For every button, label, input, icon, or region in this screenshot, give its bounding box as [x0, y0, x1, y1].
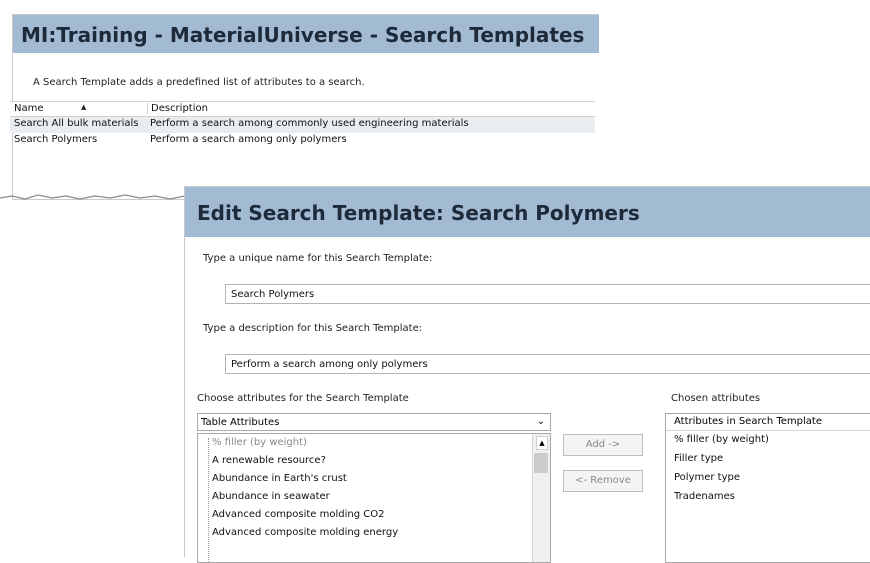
row-name: Search All bulk materials	[14, 118, 139, 129]
list-item[interactable]: Tradenames	[674, 491, 735, 502]
list-item[interactable]: % filler (by weight)	[674, 434, 769, 445]
window-title: MI:Training - MaterialUniverse - Search …	[21, 23, 585, 47]
torn-edge-decoration	[0, 194, 185, 200]
tree-connector-line	[208, 438, 210, 562]
edit-template-window: Edit Search Template: Search Polymers Ty…	[184, 186, 870, 563]
table-row[interactable]: Search Polymers Perform a search among o…	[10, 133, 595, 149]
edit-window-title-bar: Edit Search Template: Search Polymers	[185, 187, 870, 237]
tree-scrollbar[interactable]: ▲	[532, 434, 550, 562]
chevron-down-icon: ⌄	[536, 416, 545, 427]
column-header-description[interactable]: Description	[147, 103, 208, 114]
tree-item[interactable]: % filler (by weight)	[212, 437, 307, 448]
list-item[interactable]: Filler type	[674, 453, 723, 464]
chosen-header-text: Attributes in Search Template	[674, 416, 823, 427]
templates-table: Name ▲ Description Search All bulk mater…	[10, 101, 595, 149]
tree-item[interactable]: Advanced composite molding CO2	[212, 509, 384, 520]
add-button[interactable]: Add ->	[563, 434, 643, 456]
choose-attributes-label: Choose attributes for the Search Templat…	[197, 393, 409, 404]
tree-item[interactable]: Abundance in seawater	[212, 491, 330, 502]
column-header-name[interactable]: Name	[14, 103, 44, 114]
scrollbar-thumb[interactable]	[534, 453, 548, 473]
row-description: Perform a search among only polymers	[150, 134, 347, 145]
attribute-source-dropdown[interactable]: Table Attributes ⌄	[197, 413, 551, 431]
window-description: A Search Template adds a predefined list…	[33, 77, 365, 88]
row-description: Perform a search among commonly used eng…	[150, 118, 469, 129]
scroll-up-icon[interactable]: ▲	[536, 436, 548, 450]
chosen-attributes-label: Chosen attributes	[671, 393, 761, 404]
available-attributes-tree[interactable]: % filler (by weight) A renewable resourc…	[197, 433, 551, 563]
remove-button[interactable]: <- Remove	[563, 470, 643, 492]
table-row[interactable]: Search All bulk materials Perform a sear…	[10, 117, 595, 133]
dropdown-value: Table Attributes	[201, 417, 280, 428]
edit-window-title: Edit Search Template: Search Polymers	[197, 201, 640, 225]
tree-item[interactable]: A renewable resource?	[212, 455, 326, 466]
description-field[interactable]: Perform a search among only polymers	[225, 354, 870, 374]
window-title-bar: MI:Training - MaterialUniverse - Search …	[13, 15, 599, 53]
list-item[interactable]: Polymer type	[674, 472, 740, 483]
chosen-list-header: Attributes in Search Template	[666, 414, 870, 431]
name-field[interactable]: Search Polymers	[225, 284, 870, 304]
tree-item[interactable]: Advanced composite molding energy	[212, 527, 398, 538]
row-name: Search Polymers	[14, 134, 98, 145]
name-field-value: Search Polymers	[231, 289, 315, 300]
chosen-attributes-list[interactable]: Attributes in Search Template % filler (…	[665, 413, 870, 563]
sort-ascending-icon: ▲	[81, 103, 87, 111]
description-label: Type a description for this Search Templ…	[203, 323, 423, 334]
name-label: Type a unique name for this Search Templ…	[203, 253, 433, 264]
table-header: Name ▲ Description	[10, 101, 595, 117]
tree-item[interactable]: Abundance in Earth's crust	[212, 473, 347, 484]
description-field-value: Perform a search among only polymers	[231, 359, 428, 370]
